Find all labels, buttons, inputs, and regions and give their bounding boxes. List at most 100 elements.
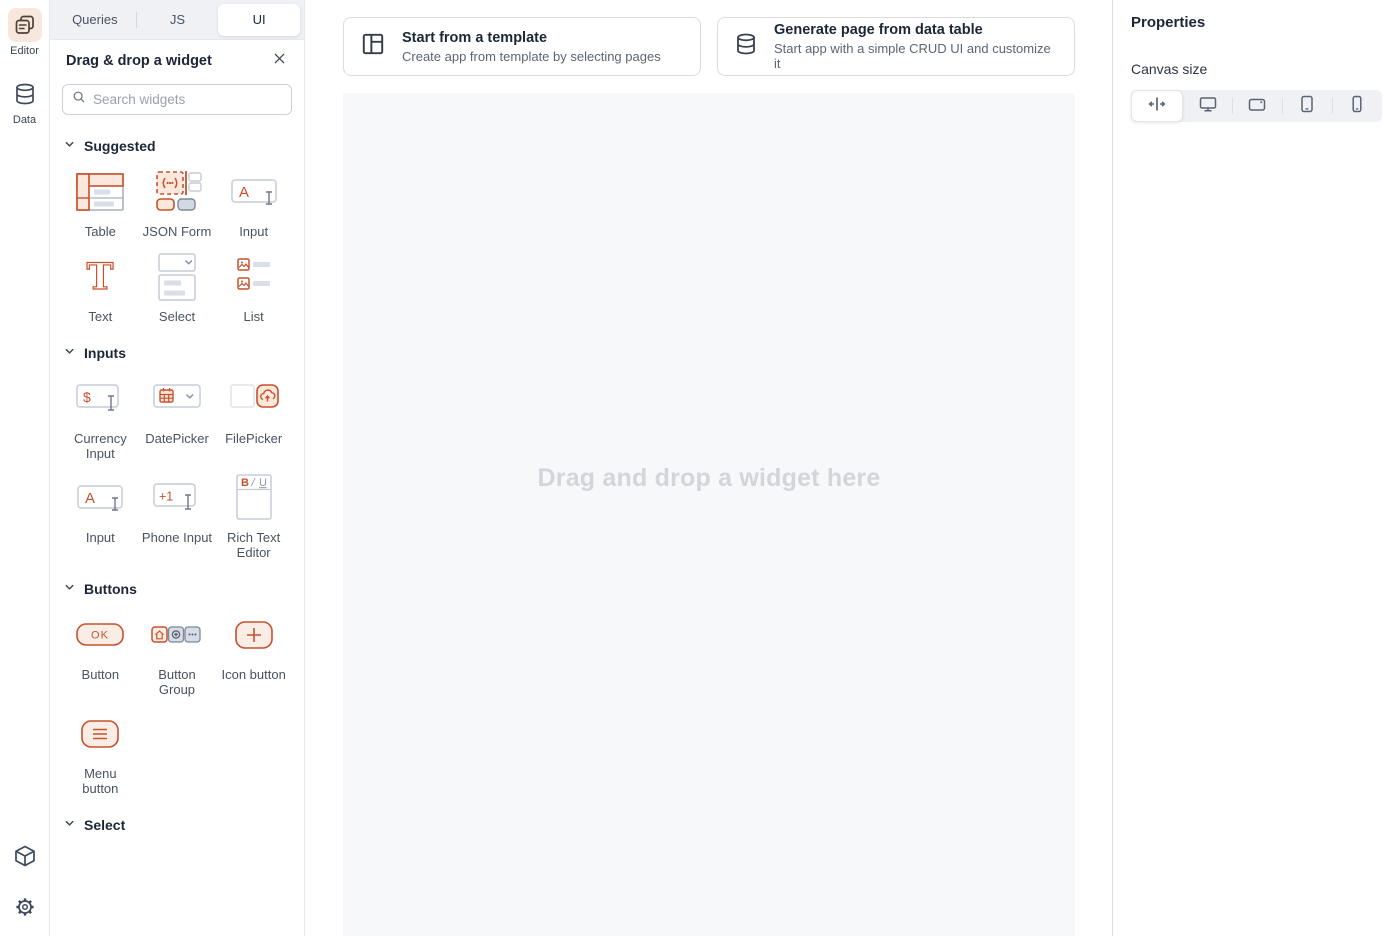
canvas-size-option-fluid-width[interactable]	[1131, 90, 1183, 122]
card-title: Generate page from data table	[774, 22, 1058, 38]
editor-pages-icon	[8, 8, 42, 42]
left-rail: Editor Data	[0, 0, 50, 936]
canvas-size-label: Canvas size	[1131, 61, 1382, 77]
widget-text[interactable]: T Text	[62, 252, 139, 325]
fluid-width-icon	[1147, 94, 1167, 119]
starter-cards-row: Start from a template Create app from te…	[343, 17, 1075, 76]
widget-panel-header: Drag & drop a widget	[50, 40, 304, 78]
widget-phone-input[interactable]: +1Phone Input	[139, 473, 216, 560]
svg-text:$: $	[83, 389, 91, 405]
canvas-size-option-tablet-landscape[interactable]	[1233, 90, 1283, 122]
search-widgets-input[interactable]	[93, 92, 282, 107]
chevron-down-icon	[64, 816, 75, 834]
widget-list[interactable]: List	[215, 252, 292, 325]
card-subtitle: Create app from template by selecting pa…	[402, 49, 661, 64]
app-canvas[interactable]: Drag and drop a widget here	[343, 93, 1075, 936]
widget-sidebar: QueriesJSUI Drag & drop a widget Suggest…	[50, 0, 305, 936]
svg-text:A: A	[85, 490, 95, 507]
currency-input-icon: $	[72, 374, 128, 424]
widget-label: JSON Form	[143, 225, 212, 240]
close-icon	[273, 52, 286, 70]
section-header-select[interactable]: Select	[64, 816, 290, 834]
widget-rich-text-editor[interactable]: B/U Rich Text Editor	[215, 473, 292, 560]
tab-js[interactable]: JS	[137, 4, 219, 36]
close-panel-button[interactable]	[270, 52, 288, 70]
button-icon: OK	[72, 610, 128, 660]
widget-search-box	[62, 84, 292, 115]
properties-panel: Properties Canvas size	[1112, 0, 1400, 936]
widget-label: Input	[239, 225, 268, 240]
start-from-template-card[interactable]: Start from a template Create app from te…	[343, 17, 701, 76]
section-header-buttons[interactable]: Buttons	[64, 580, 290, 598]
widget-json-form[interactable]: JSON Form	[139, 167, 216, 240]
card-title: Start from a template	[402, 30, 661, 46]
chevron-down-icon	[64, 580, 75, 598]
svg-text:OK: OK	[91, 630, 109, 642]
datepicker-icon	[149, 374, 205, 424]
widget-label: Input	[86, 531, 115, 546]
widget-label: Menu button	[64, 767, 136, 796]
section-label: Suggested	[84, 138, 156, 154]
text-icon: T	[72, 252, 128, 302]
menu-button-icon	[72, 709, 128, 759]
tab-queries[interactable]: Queries	[54, 4, 136, 36]
section-label: Select	[84, 817, 125, 833]
widget-select[interactable]: Select	[139, 252, 216, 325]
libraries-button[interactable]	[13, 844, 37, 873]
canvas-placeholder-text: Drag and drop a widget here	[343, 464, 1075, 493]
svg-text:T: T	[87, 256, 114, 298]
rail-item-editor[interactable]: Editor	[8, 8, 42, 57]
icon-button-icon	[226, 610, 282, 660]
input-icon: A	[72, 473, 128, 523]
widget-label: DatePicker	[145, 432, 209, 447]
widget-list: Suggested Table JSON Form A Input T Text Select…	[50, 117, 304, 936]
input-icon: A	[226, 167, 282, 217]
svg-text:B: B	[241, 477, 249, 489]
list-icon	[226, 252, 282, 302]
rail-item-data[interactable]: Data	[8, 77, 42, 126]
database-icon	[734, 32, 758, 61]
widget-grid: OKButtonButton GroupIcon button Menu butt…	[62, 610, 292, 796]
widget-input[interactable]: A Input	[215, 167, 292, 240]
cube-icon	[13, 855, 37, 872]
section-header-inputs[interactable]: Inputs	[64, 344, 290, 362]
canvas-size-option-desktop[interactable]	[1183, 90, 1233, 122]
widget-label: Text	[88, 310, 112, 325]
table-icon	[72, 167, 128, 217]
chevron-down-icon	[64, 137, 75, 155]
widget-grid: Table JSON Form A Input T Text Select List	[62, 167, 292, 324]
widget-table[interactable]: Table	[62, 167, 139, 240]
svg-text:+1: +1	[159, 490, 173, 504]
widget-label: Rich Text Editor	[218, 531, 290, 560]
widget-label: FilePicker	[225, 432, 282, 447]
widget-menu-button[interactable]: Menu button	[62, 709, 139, 796]
mobile-icon	[1347, 94, 1367, 119]
widget-input[interactable]: A Input	[62, 473, 139, 560]
widget-label: Select	[159, 310, 195, 325]
widget-label: Button Group	[141, 668, 213, 697]
settings-button[interactable]	[13, 895, 37, 924]
tablet-landscape-icon	[1247, 94, 1267, 119]
section-label: Buttons	[84, 581, 137, 597]
widget-button[interactable]: OKButton	[62, 610, 139, 697]
canvas-size-option-mobile[interactable]	[1332, 90, 1382, 122]
chevron-down-icon	[64, 344, 75, 362]
widget-grid: $Currency Input DatePicker FilePicker A Inpu…	[62, 374, 292, 560]
widget-filepicker[interactable]: FilePicker	[215, 374, 292, 461]
database-icon	[8, 77, 42, 111]
rich-text-editor-icon: B/U	[226, 473, 282, 523]
filepicker-icon	[226, 374, 282, 424]
section-header-suggested[interactable]: Suggested	[64, 137, 290, 155]
widget-currency-input[interactable]: $Currency Input	[62, 374, 139, 461]
generate-from-data-card[interactable]: Generate page from data table Start app …	[717, 17, 1075, 76]
widget-icon-button[interactable]: Icon button	[215, 610, 292, 697]
rail-item-label: Data	[13, 114, 36, 126]
widget-datepicker[interactable]: DatePicker	[139, 374, 216, 461]
svg-text:A: A	[239, 184, 249, 201]
gear-icon	[13, 906, 37, 923]
tab-ui[interactable]: UI	[218, 4, 300, 36]
widget-button-group[interactable]: Button Group	[139, 610, 216, 697]
widget-label: List	[244, 310, 264, 325]
canvas-size-option-tablet[interactable]	[1282, 90, 1332, 122]
desktop-icon	[1198, 94, 1218, 119]
